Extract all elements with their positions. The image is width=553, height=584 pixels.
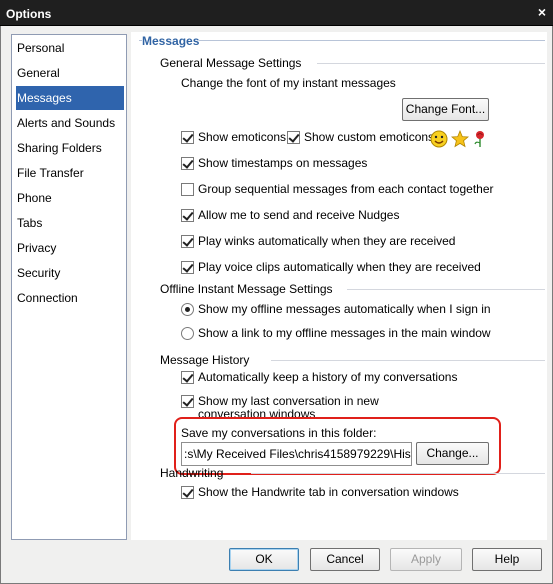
keep-history-checkbox[interactable] [181, 371, 194, 384]
nav-item-connection[interactable]: Connection [16, 286, 124, 310]
offline-auto-radio[interactable] [181, 303, 194, 316]
star-emoticon-icon [451, 130, 469, 148]
apply-button[interactable]: Apply [390, 548, 462, 571]
dialog-button-bar: OK Cancel Apply Help [1, 548, 553, 584]
show-emoticons-checkbox[interactable] [181, 131, 194, 144]
nav-item-messages[interactable]: Messages [16, 86, 124, 110]
show-custom-emoticons-label[interactable]: Show custom emoticons [304, 130, 434, 144]
winks-label[interactable]: Play winks automatically when they are r… [198, 234, 455, 248]
nav-item-security[interactable]: Security [16, 261, 124, 285]
nav-item-sharing-folders[interactable]: Sharing Folders [16, 136, 124, 160]
group-sequential-label[interactable]: Group sequential messages from each cont… [198, 182, 494, 196]
nav-item-privacy[interactable]: Privacy [16, 236, 124, 260]
smiley-emoticon-icon [430, 130, 448, 148]
options-dialog: Options × Personal General Messages Aler… [0, 0, 553, 584]
change-font-button[interactable]: Change Font... [402, 98, 489, 121]
show-handwrite-label[interactable]: Show the Handwrite tab in conversation w… [198, 485, 459, 499]
settings-panel: Messages General Message Settings Change… [131, 32, 547, 540]
category-list: Personal General Messages Alerts and Sou… [11, 34, 127, 540]
help-button[interactable]: Help [472, 548, 542, 571]
nav-item-tabs[interactable]: Tabs [16, 211, 124, 235]
nav-item-general[interactable]: General [16, 61, 124, 85]
nudges-checkbox[interactable] [181, 209, 194, 222]
show-last-conversation-checkbox[interactable] [181, 395, 194, 408]
nav-item-phone[interactable]: Phone [16, 186, 124, 210]
font-description: Change the font of my instant messages [181, 76, 396, 90]
winks-checkbox[interactable] [181, 235, 194, 248]
section-divider [347, 289, 545, 290]
show-timestamps-checkbox[interactable] [181, 157, 194, 170]
offline-auto-label[interactable]: Show my offline messages automatically w… [198, 302, 491, 316]
show-handwrite-checkbox[interactable] [181, 486, 194, 499]
section-offline-heading: Offline Instant Message Settings [160, 282, 333, 296]
title-rule-right [199, 40, 545, 41]
section-divider [317, 63, 545, 64]
show-timestamps-label[interactable]: Show timestamps on messages [198, 156, 367, 170]
ok-button[interactable]: OK [229, 548, 299, 571]
offline-link-radio[interactable] [181, 327, 194, 340]
section-history-heading: Message History [160, 353, 250, 367]
keep-history-label[interactable]: Automatically keep a history of my conve… [198, 370, 457, 384]
voice-clips-checkbox[interactable] [181, 261, 194, 274]
rose-emoticon-icon [474, 131, 484, 147]
section-divider [251, 473, 545, 474]
show-custom-emoticons-checkbox[interactable] [287, 131, 300, 144]
show-emoticons-label[interactable]: Show emoticons [198, 130, 286, 144]
nudges-label[interactable]: Allow me to send and receive Nudges [198, 208, 399, 222]
section-divider [271, 360, 545, 361]
section-general-heading: General Message Settings [160, 56, 302, 70]
offline-link-label[interactable]: Show a link to my offline messages in th… [198, 326, 491, 340]
title-bar[interactable]: Options × [0, 0, 553, 26]
cancel-button[interactable]: Cancel [310, 548, 380, 571]
group-sequential-checkbox[interactable] [181, 183, 194, 196]
window-title: Options [6, 7, 52, 21]
section-handwriting-heading: Handwriting [160, 466, 224, 480]
show-last-conversation-label-line1[interactable]: Show my last conversation in new [198, 394, 379, 408]
nav-item-alerts-and-sounds[interactable]: Alerts and Sounds [16, 111, 124, 135]
nav-item-personal[interactable]: Personal [16, 36, 124, 60]
panel-title: Messages [142, 34, 200, 48]
dialog-body: Personal General Messages Alerts and Sou… [0, 26, 553, 584]
close-icon[interactable]: × [535, 5, 549, 20]
voice-clips-label[interactable]: Play voice clips automatically when they… [198, 260, 481, 274]
nav-item-file-transfer[interactable]: File Transfer [16, 161, 124, 185]
